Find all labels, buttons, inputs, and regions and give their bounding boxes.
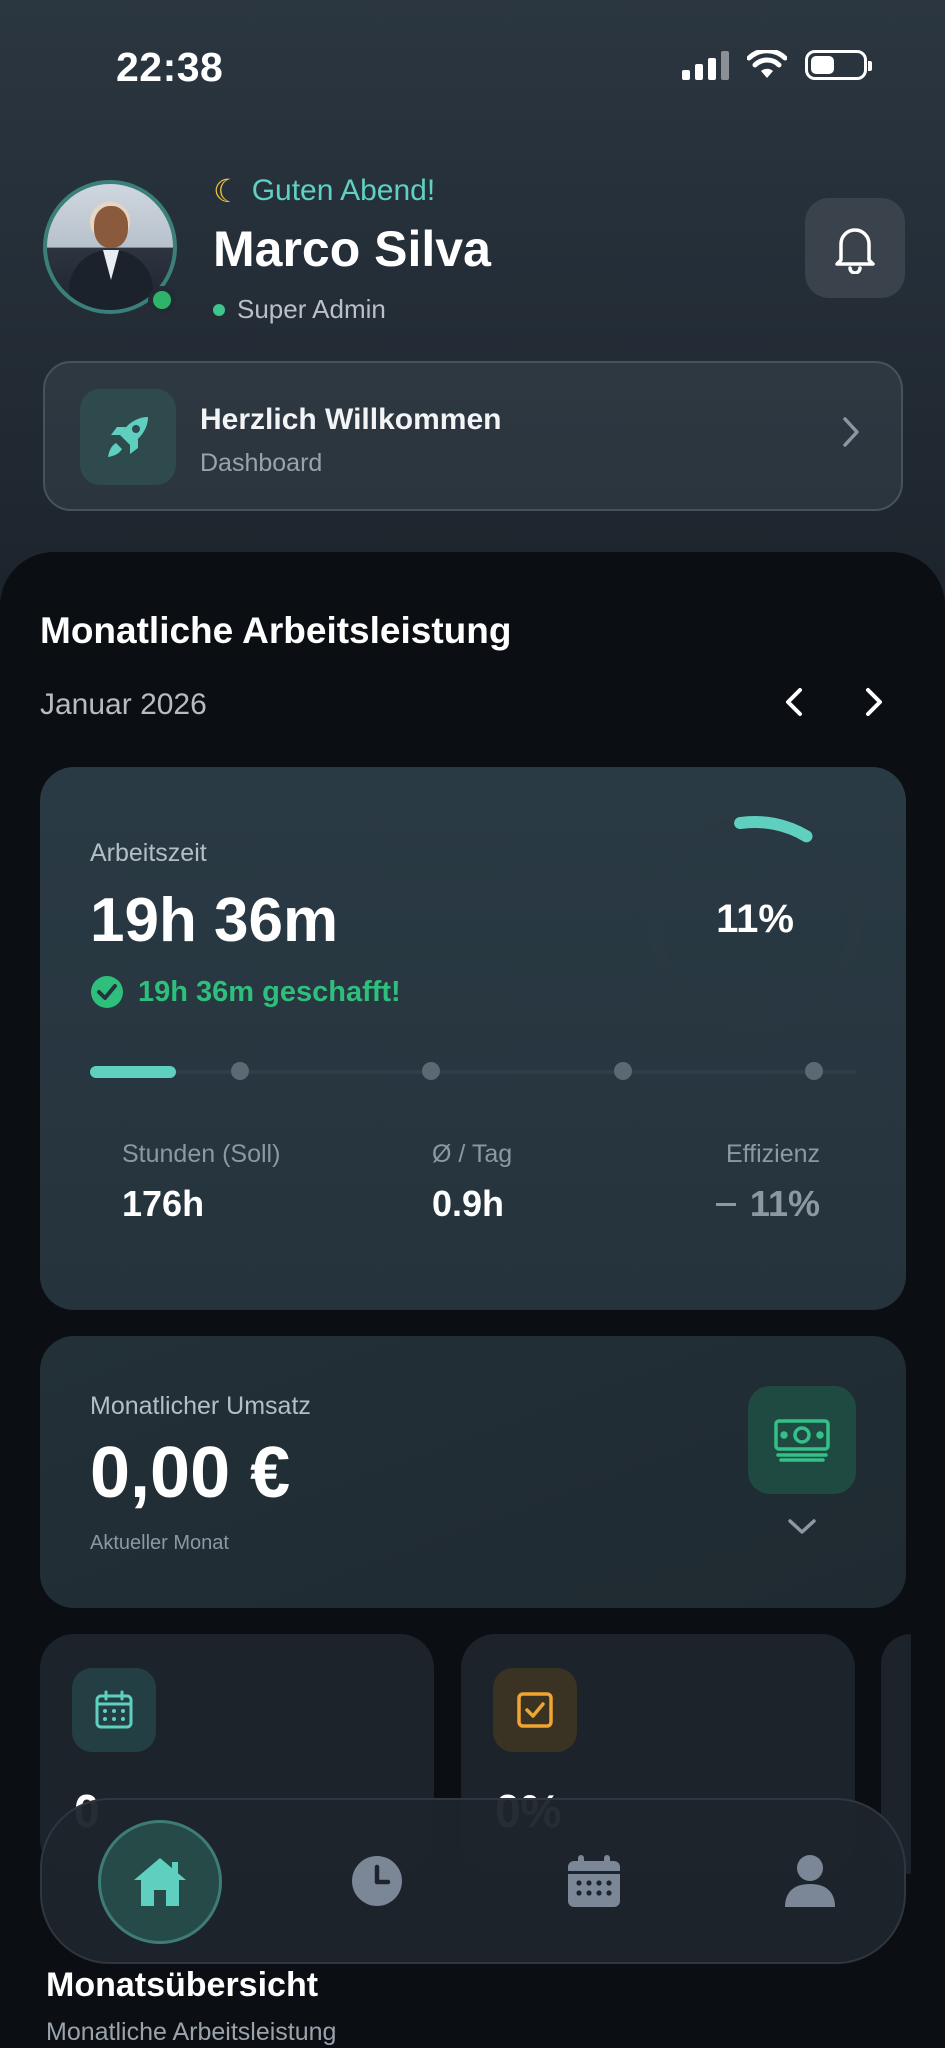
stat-value: 11% bbox=[749, 1183, 820, 1224]
status-icons bbox=[682, 50, 872, 80]
month-prev-button[interactable] bbox=[780, 682, 810, 722]
check-circle-icon bbox=[91, 976, 123, 1008]
greeting: ☾ Guten Abend! bbox=[213, 172, 435, 210]
month-label: Januar 2026 bbox=[40, 688, 207, 721]
work-time-value: 19h 36m bbox=[90, 886, 339, 955]
work-done-status: 19h 36m geschafft! bbox=[90, 975, 401, 1009]
cellular-signal-icon bbox=[682, 50, 729, 80]
stat-value: 0.9h bbox=[432, 1183, 505, 1224]
role-text: Super Admin bbox=[237, 294, 386, 324]
stat-label: Effizienz bbox=[725, 1140, 820, 1168]
nav-time-button[interactable] bbox=[344, 1848, 410, 1914]
stat-value-row: 11% bbox=[715, 1183, 820, 1225]
user-role: Super Admin bbox=[213, 294, 386, 325]
check-square-icon-box bbox=[493, 1668, 577, 1752]
calendar-icon bbox=[95, 1690, 133, 1729]
revenue-value: 0,00 € bbox=[90, 1433, 291, 1513]
chevron-right-icon bbox=[843, 417, 859, 447]
moon-icon: ☾ bbox=[213, 173, 242, 209]
bell-icon bbox=[835, 228, 875, 274]
section-title: Monatliche Arbeitsleistung bbox=[40, 610, 512, 651]
wifi-icon bbox=[747, 50, 787, 78]
home-icon bbox=[134, 1858, 186, 1906]
progress-percent: 11% bbox=[716, 897, 794, 941]
month-next-button[interactable] bbox=[858, 682, 888, 722]
trend-flat-icon bbox=[715, 1202, 736, 1206]
stat-efficiency: Effizienz 11% bbox=[715, 1140, 820, 1225]
header-background bbox=[0, 0, 945, 640]
nav-home-button[interactable] bbox=[98, 1820, 222, 1944]
greeting-text: Guten Abend! bbox=[251, 174, 436, 207]
milestone-dot bbox=[805, 1062, 823, 1080]
stat-avg-per-day: Ø / Tag 0.9h bbox=[432, 1140, 512, 1225]
monthly-overview-title: Monatsübersicht bbox=[46, 1966, 319, 2004]
progress-track bbox=[90, 1070, 856, 1074]
calendar-icon-box bbox=[72, 1668, 156, 1752]
welcome-banner[interactable]: Herzlich Willkommen Dashboard bbox=[43, 361, 903, 511]
stat-target-hours: Stunden (Soll) 176h bbox=[122, 1140, 280, 1225]
stat-label: Stunden (Soll) bbox=[122, 1140, 281, 1168]
revenue-card[interactable]: Monatlicher Umsatz 0,00 € Aktueller Mona… bbox=[40, 1336, 906, 1608]
clock-icon bbox=[352, 1856, 402, 1906]
monthly-overview-subtitle: Monatliche Arbeitsleistung bbox=[46, 2018, 337, 2046]
notifications-button[interactable] bbox=[805, 198, 905, 298]
role-status-dot bbox=[213, 303, 225, 316]
milestone-dot bbox=[422, 1062, 440, 1080]
calendar-icon bbox=[568, 1855, 620, 1907]
work-done-text: 19h 36m geschafft! bbox=[138, 975, 401, 1008]
progress-track-fill bbox=[90, 1066, 176, 1078]
stat-value: 176h bbox=[122, 1183, 205, 1224]
rocket-icon-box bbox=[80, 389, 176, 485]
user-name: Marco Silva bbox=[213, 221, 491, 277]
money-icon bbox=[774, 1419, 830, 1462]
milestone-dot bbox=[231, 1062, 249, 1080]
check-square-icon bbox=[517, 1692, 553, 1728]
nav-profile-button[interactable] bbox=[777, 1848, 843, 1914]
user-icon bbox=[785, 1855, 835, 1907]
nav-calendar-button[interactable] bbox=[561, 1848, 627, 1914]
revenue-subtitle: Aktueller Monat bbox=[90, 1532, 229, 1554]
bottom-nav bbox=[40, 1798, 906, 1964]
welcome-title: Herzlich Willkommen bbox=[200, 403, 502, 436]
stat-label: Ø / Tag bbox=[432, 1140, 513, 1168]
milestone-dot bbox=[614, 1062, 632, 1080]
chevron-down-icon[interactable] bbox=[786, 1516, 818, 1536]
battery-icon bbox=[805, 50, 872, 80]
revenue-label: Monatlicher Umsatz bbox=[90, 1392, 311, 1420]
online-status-dot bbox=[148, 286, 176, 314]
work-time-label: Arbeitszeit bbox=[90, 839, 207, 867]
money-icon-box bbox=[748, 1386, 856, 1494]
work-time-card[interactable]: Arbeitszeit 19h 36m 19h 36m geschafft! 1… bbox=[40, 767, 906, 1310]
rocket-icon bbox=[108, 417, 148, 457]
welcome-subtitle: Dashboard bbox=[200, 449, 323, 477]
status-time: 22:38 bbox=[116, 44, 224, 90]
